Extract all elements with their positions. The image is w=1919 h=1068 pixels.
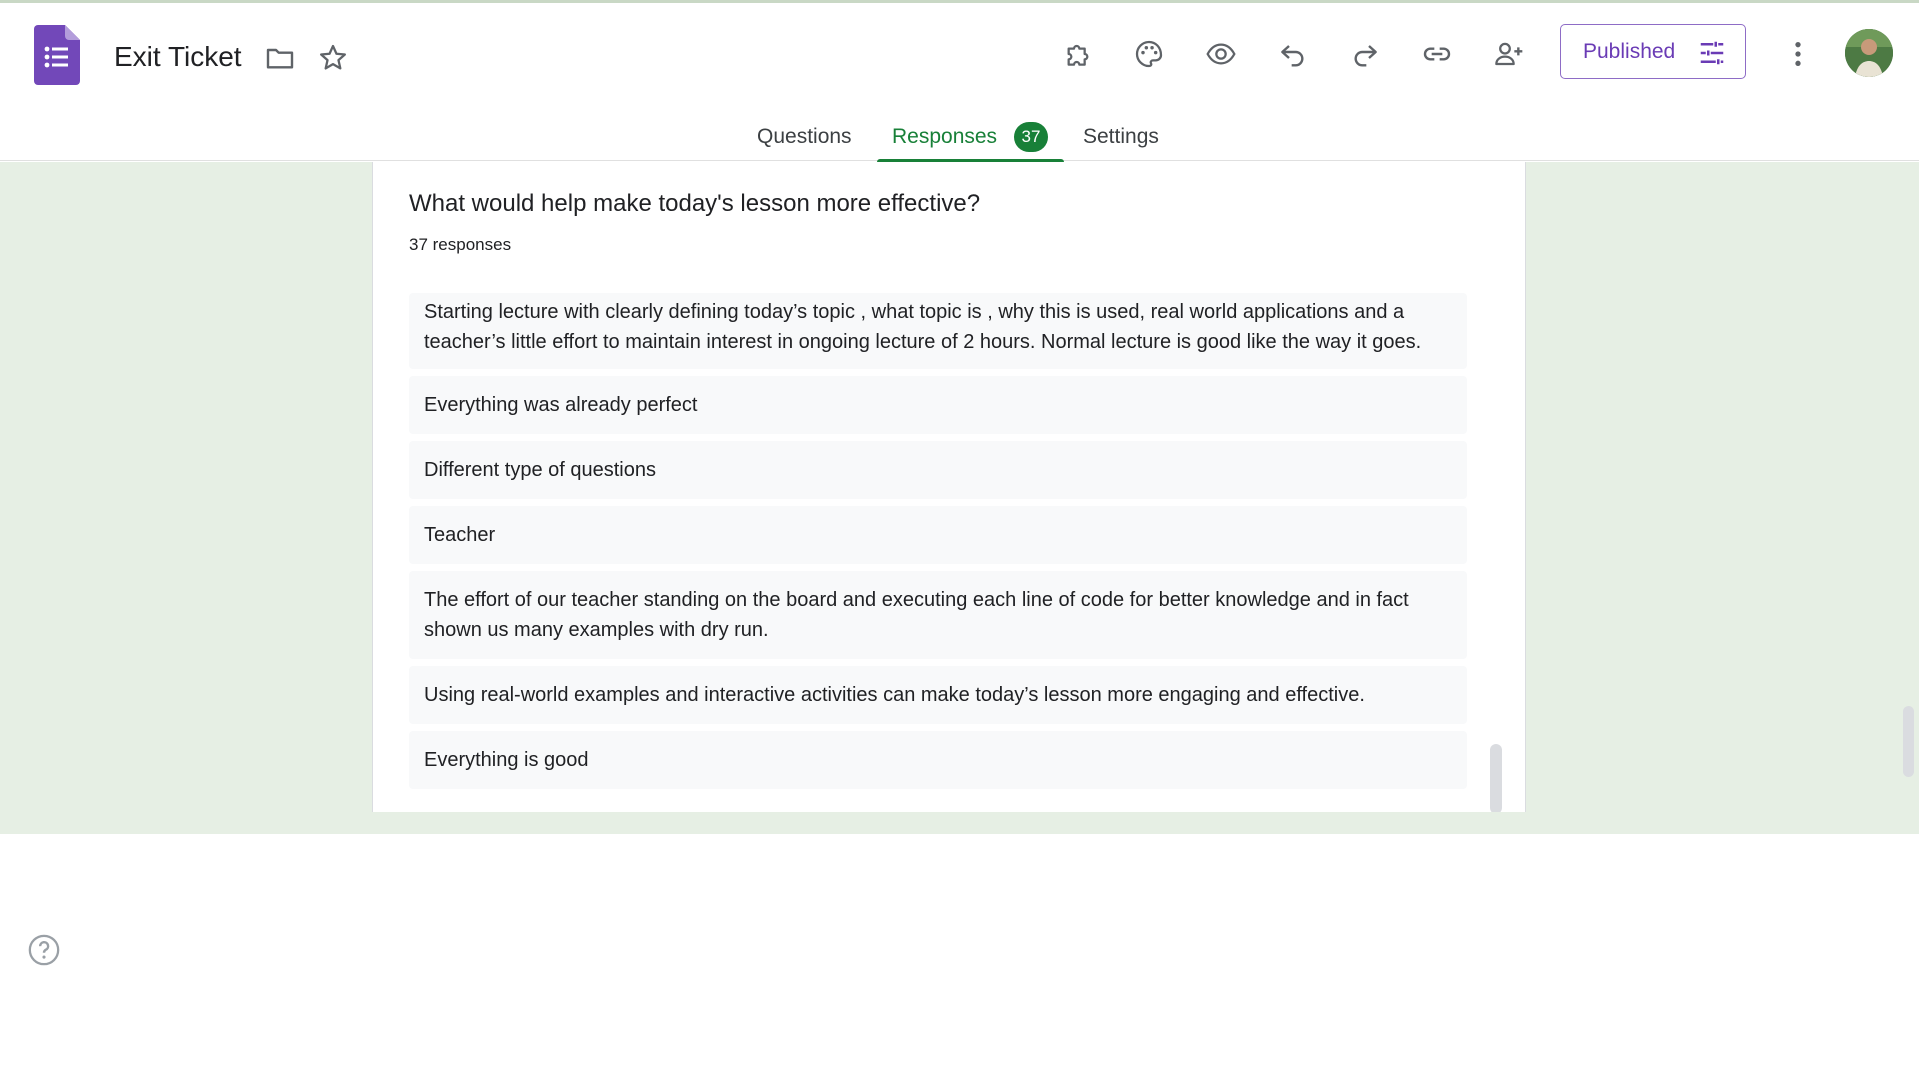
palette-icon[interactable] xyxy=(1131,36,1167,72)
tab-responses[interactable]: Responses xyxy=(892,125,997,149)
list-item: Everything is good xyxy=(409,731,1467,789)
publish-button[interactable]: Published xyxy=(1560,24,1746,79)
page-scrollbar[interactable] xyxy=(1903,706,1914,777)
response-list-scrollbar[interactable] xyxy=(1490,744,1502,812)
responses-canvas: What would help make today's lesson more… xyxy=(0,162,1919,966)
tune-icon xyxy=(1700,41,1724,65)
list-item: Different type of questions xyxy=(409,441,1467,499)
list-item: Teacher xyxy=(409,506,1467,564)
person-add-icon[interactable] xyxy=(1491,36,1527,72)
star-icon[interactable] xyxy=(315,40,351,76)
response-list[interactable]: Starting lecture with clearly defining t… xyxy=(409,293,1467,796)
eye-icon[interactable] xyxy=(1203,36,1239,72)
app-header: Exit Ticket Published Questions Response… xyxy=(0,3,1919,163)
folder-icon[interactable] xyxy=(262,40,298,76)
help-icon[interactable] xyxy=(27,933,61,967)
undo-icon[interactable] xyxy=(1275,36,1311,72)
puzzle-icon[interactable] xyxy=(1060,36,1096,72)
google-forms-logo[interactable] xyxy=(34,25,80,85)
question-summary-card: What would help make today's lesson more… xyxy=(372,162,1526,812)
tab-settings[interactable]: Settings xyxy=(1083,125,1159,149)
publish-button-label: Published xyxy=(1583,39,1676,63)
tab-bar: Questions Responses 37 Settings xyxy=(0,115,1919,163)
list-item: Using real-world examples and interactiv… xyxy=(409,666,1467,724)
list-item: Starting lecture with clearly defining t… xyxy=(409,293,1467,369)
question-title: What would help make today's lesson more… xyxy=(409,190,981,217)
redo-icon[interactable] xyxy=(1347,36,1383,72)
link-icon[interactable] xyxy=(1419,36,1455,72)
list-item: The effort of our teacher standing on th… xyxy=(409,571,1467,659)
more-vert-icon[interactable] xyxy=(1780,36,1816,72)
tab-questions[interactable]: Questions xyxy=(757,125,852,149)
responses-count-badge: 37 xyxy=(1014,122,1048,152)
document-title[interactable]: Exit Ticket xyxy=(114,41,242,73)
list-item: Everything was already perfect xyxy=(409,376,1467,434)
response-count: 37 responses xyxy=(409,235,512,254)
avatar[interactable] xyxy=(1845,29,1893,77)
